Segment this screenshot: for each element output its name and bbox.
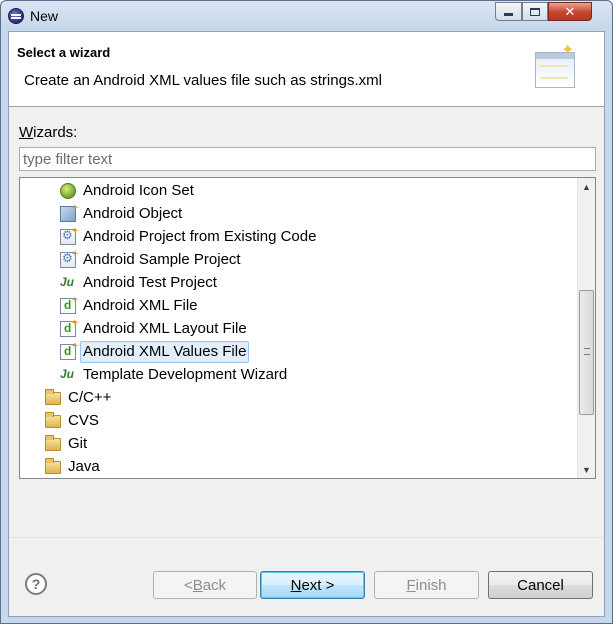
scroll-down-button[interactable]: ▼ [578, 461, 595, 478]
new-wizard-window: New ✕ Select a wizard Create an Android … [0, 0, 613, 624]
expand-arrow-icon[interactable] [27, 462, 34, 472]
tree-item[interactable]: Android Icon Set [60, 180, 197, 202]
tree-category-label: Java [68, 458, 100, 475]
back-button[interactable]: < Back [153, 571, 257, 599]
junit-icon [60, 367, 76, 383]
folder-icon [45, 434, 61, 451]
dialog-body: Select a wizard Create an Android XML va… [8, 31, 605, 617]
tree-category[interactable]: Git [27, 433, 90, 455]
minimize-icon [504, 13, 513, 16]
tree-item-label: Android XML File [83, 297, 198, 314]
close-icon: ✕ [564, 3, 576, 19]
tree-item[interactable]: +Android XML Values File [60, 341, 250, 363]
footer-separator [9, 537, 604, 538]
tree-scrollbar[interactable]: ▲ ▼ [577, 178, 595, 478]
wizard-header: Select a wizard Create an Android XML va… [9, 32, 604, 107]
android-project-icon: + [60, 249, 78, 268]
next-button[interactable]: Next > [260, 571, 365, 599]
tree-category[interactable]: Java [27, 456, 103, 478]
android-object-icon: + [60, 203, 78, 222]
tree-item[interactable]: + Android XML File [60, 295, 201, 317]
tree-item-label: Android XML Values File [80, 341, 250, 363]
android-xml-icon: + [60, 318, 78, 337]
expand-arrow-icon[interactable] [27, 439, 34, 449]
tree-category[interactable]: C/C++ [27, 387, 114, 409]
expand-arrow-icon[interactable] [27, 416, 34, 426]
title-bar[interactable]: New ✕ [1, 1, 612, 31]
tree-category-label: CVS [68, 412, 99, 429]
tree-item[interactable]: + Android Object [60, 203, 185, 225]
tree-item-label: Android Sample Project [83, 251, 241, 268]
wizards-label: Wizards: [19, 124, 78, 141]
junit-icon [60, 275, 76, 291]
tree-item-label: Template Development Wizard [83, 366, 288, 383]
eclipse-icon [8, 8, 24, 24]
tree-item-label: Android Test Project [83, 274, 217, 291]
minimize-button[interactable] [495, 2, 522, 21]
maximize-button[interactable] [522, 2, 548, 21]
close-button[interactable]: ✕ [548, 2, 592, 21]
finish-button[interactable]: Finish [374, 571, 479, 599]
window-title: New [30, 8, 59, 24]
folder-icon [45, 388, 61, 405]
tree-category-label: C/C++ [68, 389, 112, 406]
folder-icon [45, 411, 61, 428]
tree-item-label: Android Object [83, 205, 183, 222]
cancel-button[interactable]: Cancel [488, 571, 593, 599]
android-xml-icon: + [60, 341, 78, 360]
tree-item-label: Android Icon Set [83, 182, 194, 199]
tree-item[interactable]: Android Test Project [60, 272, 220, 294]
tree-item[interactable]: + Android XML Layout File [60, 318, 250, 340]
scroll-up-button[interactable]: ▲ [578, 178, 595, 195]
android-icon-set-icon [60, 183, 76, 199]
folder-icon [45, 457, 61, 474]
tree-category-label: Git [68, 435, 88, 452]
header-description: Create an Android XML values file such a… [24, 72, 382, 89]
tree-item[interactable]: Template Development Wizard [60, 364, 290, 386]
header-title: Select a wizard [17, 45, 111, 60]
tree-item-label: Android Project from Existing Code [83, 228, 317, 245]
tree-category[interactable]: CVS [27, 410, 102, 432]
expand-arrow-icon[interactable] [27, 393, 34, 403]
android-project-icon: + [60, 226, 78, 245]
help-icon[interactable]: ? [25, 573, 47, 595]
scroll-thumb[interactable] [579, 290, 594, 415]
new-wizard-banner-icon: ✦ [535, 42, 577, 90]
tree-item[interactable]: + Android Sample Project [60, 249, 244, 271]
android-xml-icon: + [60, 295, 78, 314]
tree-item[interactable]: + Android Project from Existing Code [60, 226, 319, 248]
tree-item-label: Android XML Layout File [83, 320, 247, 337]
maximize-icon [530, 7, 540, 16]
wizard-filter-input[interactable] [19, 147, 596, 171]
wizard-tree[interactable]: Android Icon Set+Android Object+Android … [19, 177, 596, 479]
